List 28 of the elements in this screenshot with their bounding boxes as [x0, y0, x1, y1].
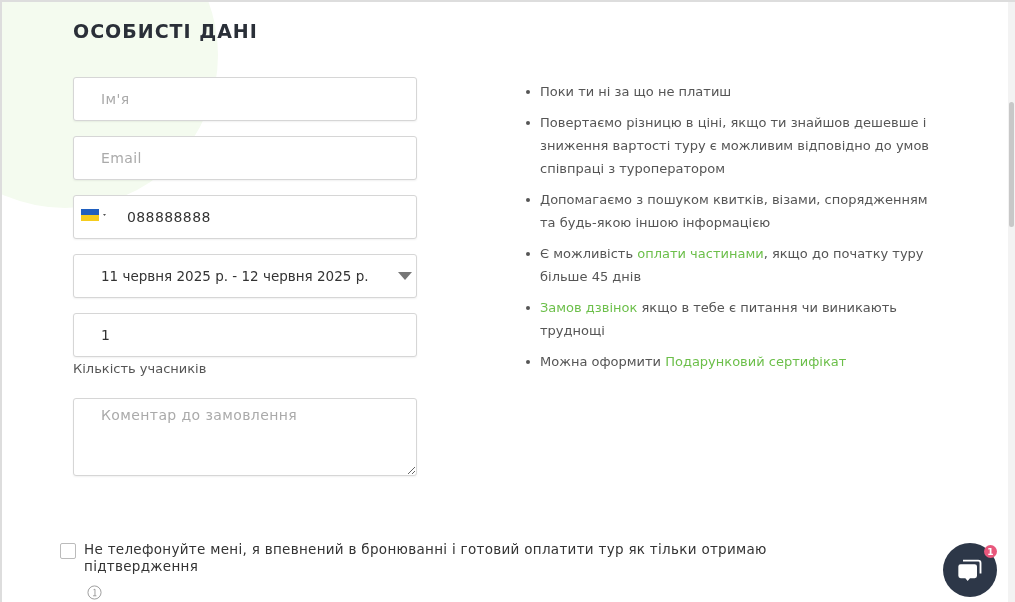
bullet-icon: [526, 252, 530, 256]
input-field[interactable]: Ім'я: [73, 77, 417, 121]
section-title: ОСОБИСТІ ДАНІ: [73, 20, 259, 42]
notification-badge: 1: [984, 545, 997, 558]
benefit-text: Поки ти ні за що не платиш: [540, 83, 732, 101]
bullet-icon: [526, 360, 530, 364]
benefit-text: Можна оформити Подарунковий сертифікат: [540, 353, 847, 371]
input-field[interactable]: 1: [73, 313, 417, 357]
bullet-icon: [526, 90, 530, 94]
benefit-text: Є можливість оплати частинами, якщо до початку туру більше 45 днів: [540, 245, 925, 286]
field-label: Кількість учасників: [73, 361, 208, 376]
checkbox[interactable]: [60, 543, 76, 559]
benefit-text: Допомагаємо з пошуком квитків, візами, спорядженням та будь-якою іншою інформацією: [540, 191, 929, 232]
comment-field[interactable]: Коментар до замовлення: [73, 398, 417, 476]
benefit-text: Повертаємо різницю в ціні, якщо ти знайшов дешевше і зниження вартості туру є можливим відповідно до умов співпраці з туроператором: [540, 114, 931, 178]
chat-button[interactable]: [943, 543, 997, 597]
checkbox-label: Не телефонуйте мені, я впевнений в бронюванні і готовий оплатити тур як тільки отримаю підтвердження: [84, 541, 768, 575]
scrollbar[interactable]: [1008, 2, 1015, 602]
caret-icon: [398, 272, 412, 280]
input-field[interactable]: Email: [73, 136, 417, 180]
date-range-select[interactable]: 11 червня 2025 р. - 12 червня 2025 р.: [73, 254, 417, 298]
scrollbar-thumb[interactable]: [1009, 102, 1014, 227]
info-icon[interactable]: [87, 585, 102, 600]
bullet-icon: [526, 306, 530, 310]
phone-field[interactable]: 088888888: [73, 195, 417, 239]
bullet-icon: [526, 121, 530, 125]
bullet-icon: [526, 198, 530, 202]
benefit-text: Замов дзвінок якщо в тебе є питання чи виникають труднощі: [540, 299, 898, 340]
